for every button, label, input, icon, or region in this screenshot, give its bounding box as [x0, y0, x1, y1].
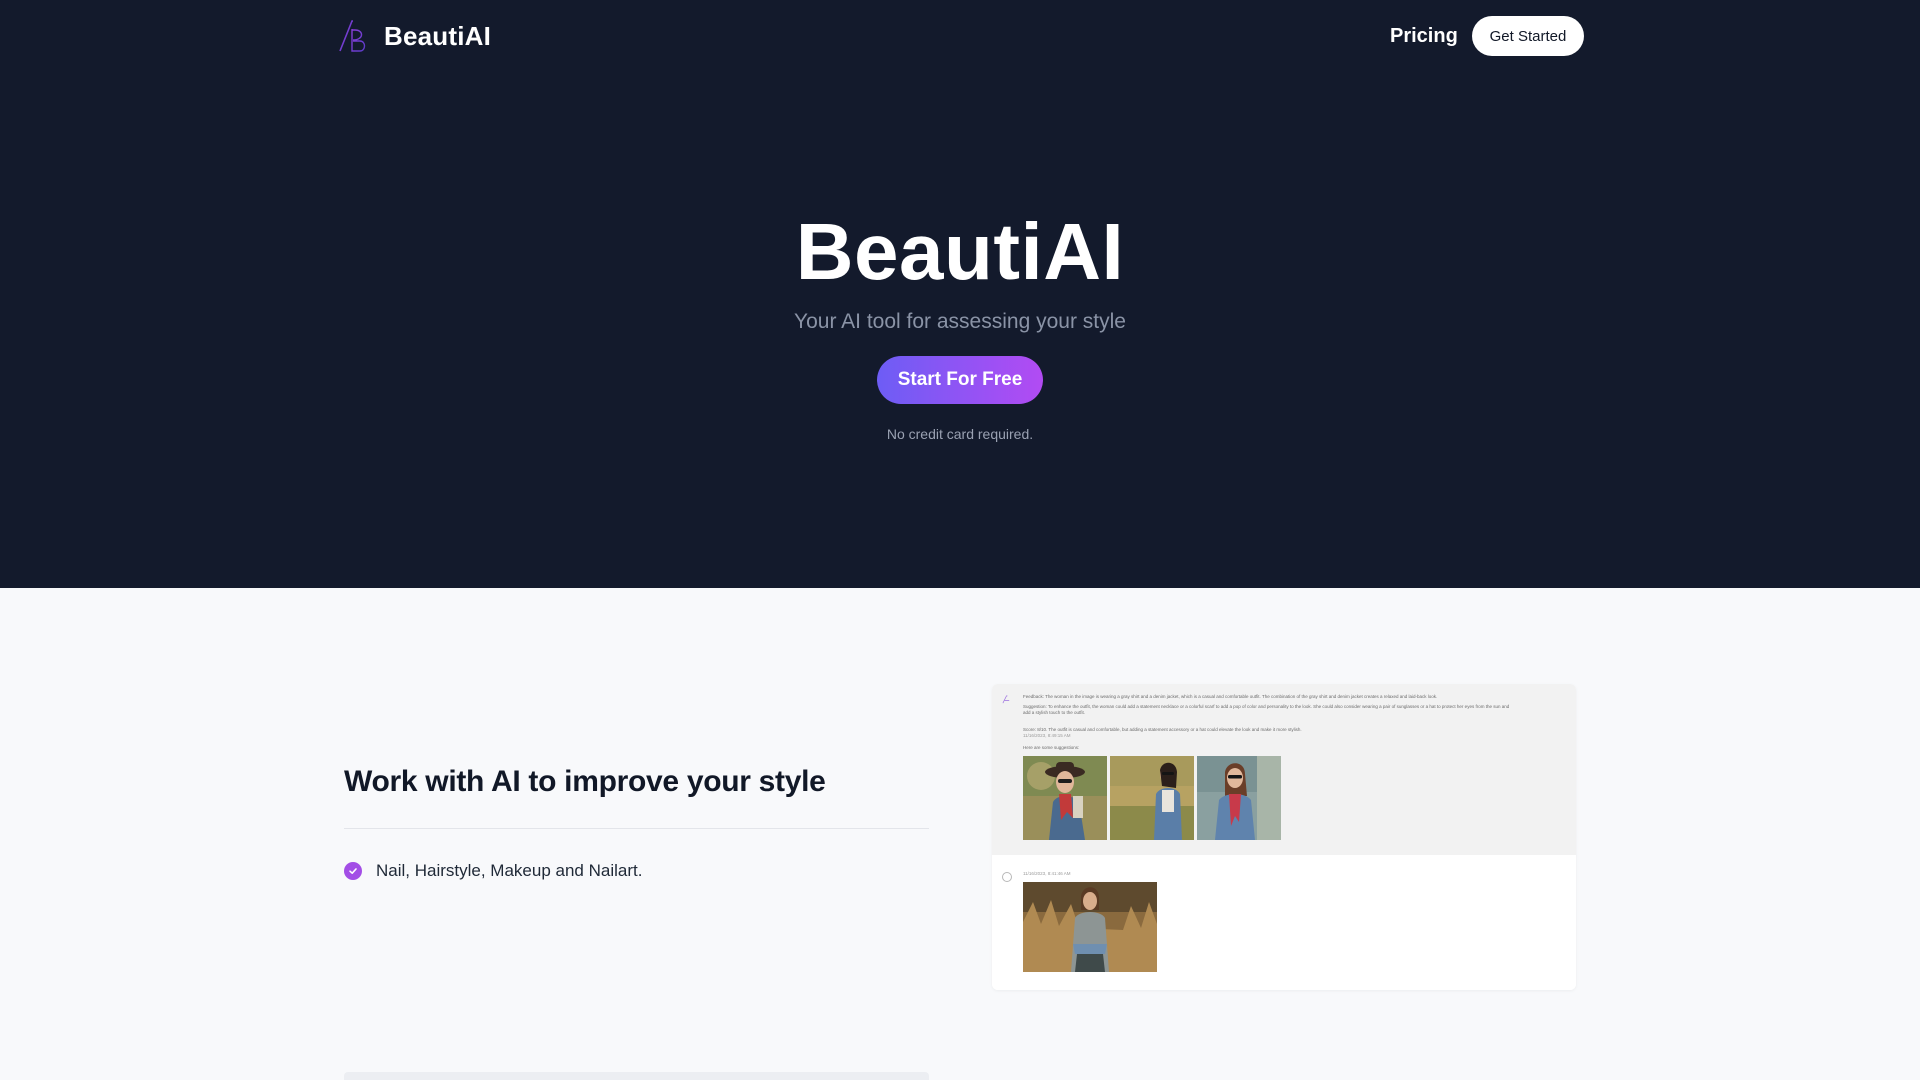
assistant-avatar-icon	[1002, 695, 1010, 704]
feature-list-item: Nail, Hairstyle, Makeup and Nailart.	[344, 859, 642, 883]
feature-item-label: Nail, Hairstyle, Makeup and Nailart.	[376, 861, 643, 880]
suggestion-image-1[interactable]	[1023, 756, 1107, 840]
beautiai-logo-icon[interactable]	[338, 19, 368, 53]
suggestion-image-2[interactable]	[1110, 756, 1194, 840]
uploaded-photo[interactable]	[1023, 882, 1157, 972]
hero-subtitle: Your AI tool for assessing your style	[794, 310, 1126, 333]
pricing-link[interactable]: Pricing	[1390, 22, 1458, 50]
chat-preview-screenshot: Feedback: The woman in the image is wear…	[992, 684, 1576, 990]
no-credit-card-note: No credit card required.	[886, 426, 1034, 442]
user-timestamp: 11/16/2023, 8:41:46 AM	[1023, 871, 1071, 876]
next-section-edge	[344, 1072, 929, 1080]
feature-title: Work with AI to improve your style	[344, 765, 826, 798]
assistant-score-text: Score: 8/10. The outfit is casual and co…	[1023, 727, 1302, 732]
assistant-suggestion-text-cont: add a stylish touch to the outfit.	[1023, 710, 1086, 715]
hero-section: BeautiAI Pricing Get Started BeautiAI Yo…	[0, 0, 1920, 588]
start-for-free-button[interactable]: Start For Free	[877, 356, 1043, 404]
suggestions-label: Here are some suggestions:	[1023, 745, 1080, 750]
assistant-timestamp: 11/16/2023, 8:49:15 AM	[1023, 733, 1071, 738]
hero-title: BeautiAI	[795, 207, 1125, 296]
brand-name[interactable]: BeautiAI	[384, 19, 491, 53]
check-circle-icon	[344, 862, 362, 880]
get-started-button[interactable]: Get Started	[1472, 16, 1584, 56]
suggestion-image-3[interactable]	[1197, 756, 1281, 840]
feature-divider	[344, 828, 929, 829]
assistant-message: Feedback: The woman in the image is wear…	[992, 684, 1576, 855]
assistant-feedback-text: Feedback: The woman in the image is wear…	[1023, 694, 1438, 699]
user-message: 11/16/2023, 8:41:46 AM	[992, 861, 1576, 990]
user-avatar-icon	[1002, 872, 1012, 882]
